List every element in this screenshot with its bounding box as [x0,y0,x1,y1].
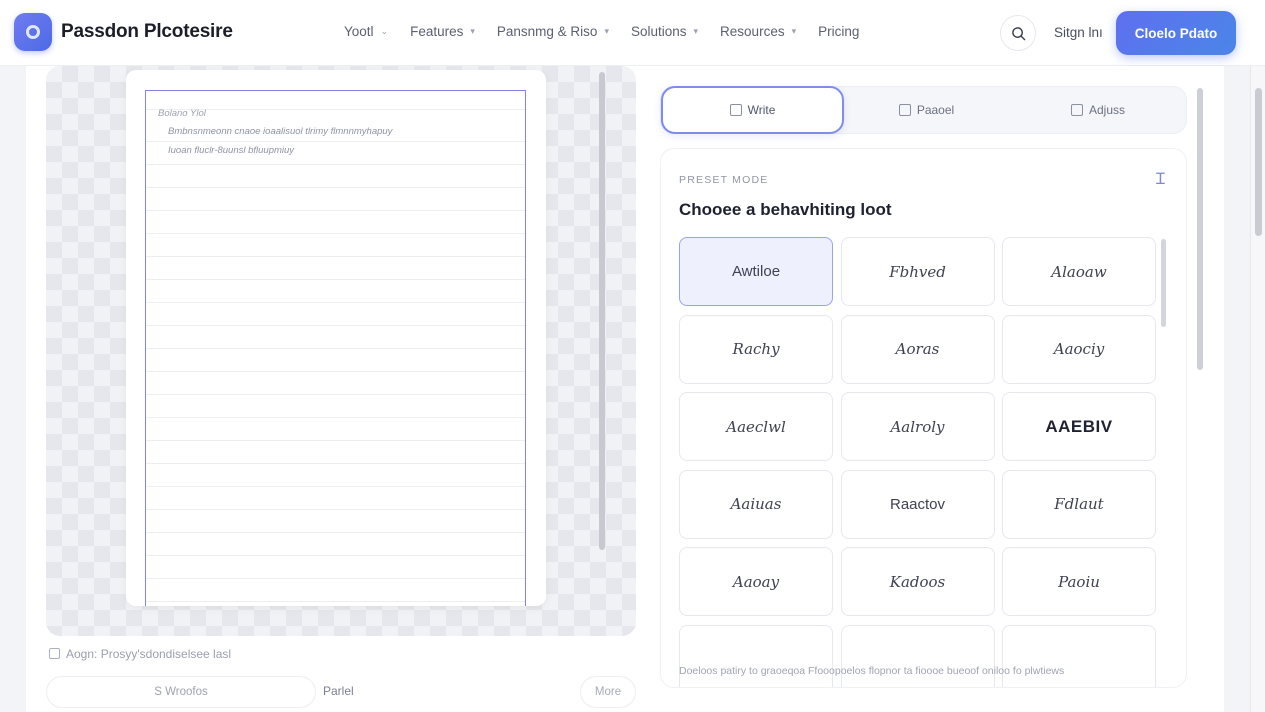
font-option[interactable] [1002,624,1156,687]
nav-item-pricing[interactable]: Pricing [818,24,859,39]
brand-name[interactable]: Passdon Plcotesire [61,21,233,43]
font-picker-panel: PRESET MODE Chooee a behavhiting loot Ɪ … [660,148,1187,688]
page-scrollbar[interactable] [1250,66,1265,712]
section-title: Chooee a behavhiting loot [679,200,892,219]
chevron-down-icon: ⌄ [380,26,389,36]
font-option[interactable]: Raactov [840,469,995,539]
page-scrollbar-thumb[interactable] [1255,88,1262,236]
font-option[interactable]: Aaoay [679,547,833,616]
font-option[interactable]: Aoras [840,314,995,384]
tab-write[interactable]: Write [661,86,844,134]
font-option[interactable] [679,624,833,687]
info-icon [49,648,60,659]
paper-header-text: Bolano Ylol [158,108,206,119]
chevron-down-icon: ▾ [693,26,699,36]
lined-paper[interactable]: Bolano Ylol Bmbnsnmeonn cnaoe ioaalisuol… [145,90,526,606]
grid-scrollbar[interactable] [1161,239,1166,327]
mode-tabs: Write Paaoel Adjuss [660,86,1187,134]
word-count-field[interactable]: S Wroofos [46,676,316,708]
font-option[interactable]: Aalroly [840,392,995,461]
sidebar-scrollbar[interactable] [1197,88,1203,370]
chevron-down-icon: ▾ [470,26,475,36]
grid-icon [898,104,911,116]
chevron-down-icon: ▾ [791,26,797,36]
font-option[interactable]: Rachy [679,314,833,384]
image-adjust-icon [1070,104,1083,116]
font-option[interactable]: Awtiloe [679,237,833,306]
canvas-note: Aogn: Prosyy'sdondiselsee lasl [49,647,231,661]
nav-item-tools[interactable]: Yootl ⌄ [344,24,388,39]
nav-item-planning[interactable]: Pansnmg & Riso ▾ [497,24,609,39]
text-cursor-icon: Ɪ [1156,171,1165,188]
sign-in-link[interactable]: Sitgn lnı [1054,25,1103,40]
top-navbar: Passdon Plcotesire Yootl ⌄ Features ▾ Pans… [0,0,1265,66]
section-kicker: PRESET MODE [679,174,769,186]
handwritten-line: Bmbnsnmeonn cnaoe ioaalisuol tlrimy flmn… [168,126,393,137]
logo-icon[interactable] [14,13,52,51]
font-option[interactable]: AAEBIV [1002,392,1156,461]
nav-item-features[interactable]: Features ▾ [410,24,475,39]
chevron-down-icon: ▾ [604,26,609,36]
document-icon [729,104,742,116]
font-option[interactable]: Fbhved [840,237,995,306]
font-option[interactable]: Paoiu [1002,547,1156,616]
tab-paper[interactable]: Paaoel [844,87,1009,133]
font-option[interactable]: Alaoaw [1002,237,1156,306]
font-option[interactable]: Aaeclwl [679,392,833,461]
handwritten-line: Iuoan fluclr-8uunsl bfluupmiuy [168,145,295,156]
font-option[interactable] [840,624,995,687]
search-icon [1011,26,1025,40]
cta-button[interactable]: Cloelo Pdato [1116,11,1236,55]
picker-footnote: Doeloos patiry to graoeqoa Ffooopoelos f… [679,665,1065,677]
panel-label: Parlel [323,684,354,698]
canvas-scrollbar[interactable] [599,72,605,550]
font-option[interactable]: Kadoos [840,547,995,616]
font-option[interactable]: Aaiuas [679,469,833,539]
tab-adjust[interactable]: Adjuss [1009,87,1187,133]
more-button[interactable]: More [580,676,636,708]
main-nav: Yootl ⌄ Features ▾ Pansnmg & Riso ▾ Solutio… [344,24,881,39]
search-button[interactable] [1000,15,1036,51]
nav-item-solutions[interactable]: Solutions ▾ [631,24,698,39]
font-option[interactable]: Fdlaut [1002,469,1156,539]
nav-item-resources[interactable]: Resources ▾ [720,24,796,39]
font-option[interactable]: Aaociy [1002,314,1156,384]
